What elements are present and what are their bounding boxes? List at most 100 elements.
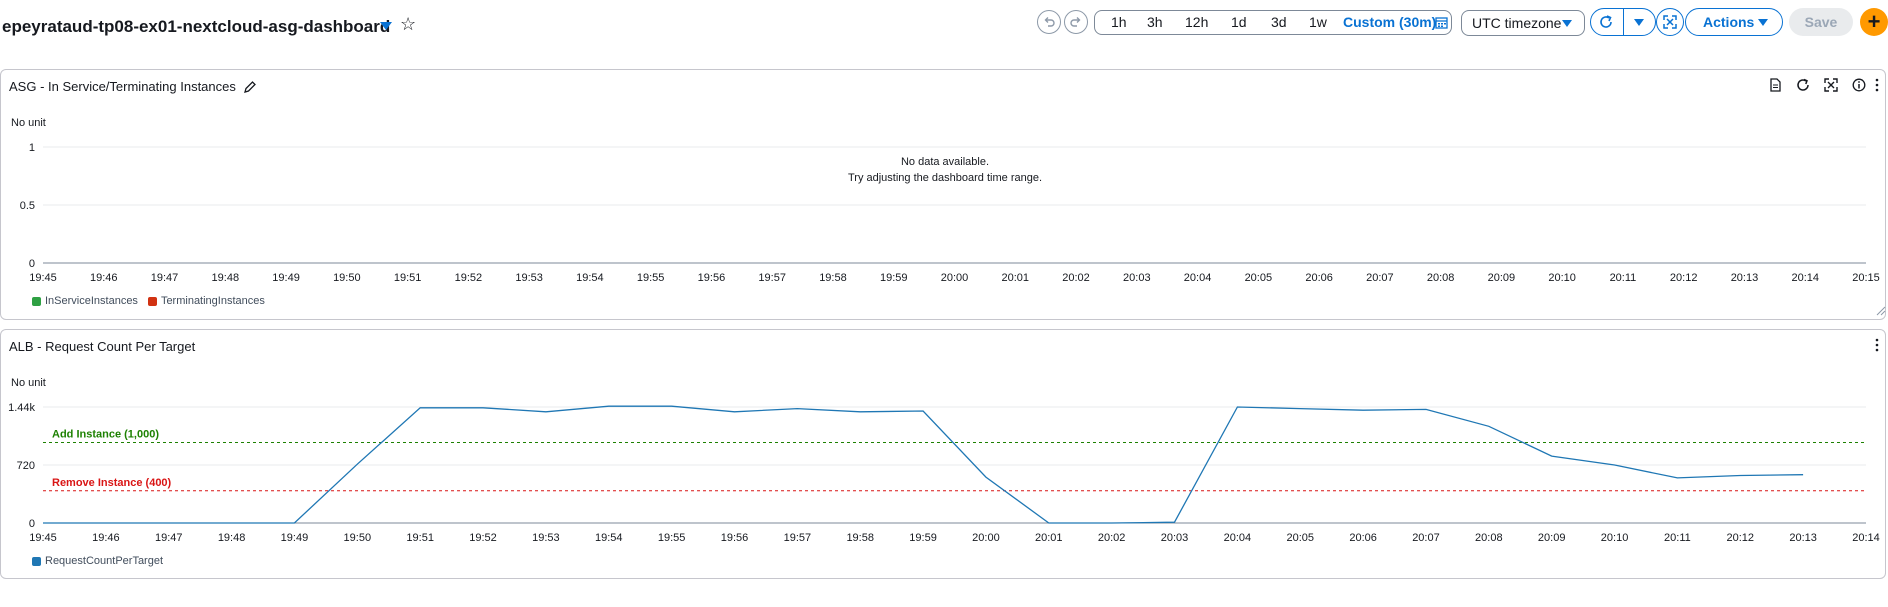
x-tick-label: 20:06 xyxy=(1349,532,1377,544)
x-tick-label: 20:10 xyxy=(1601,532,1629,544)
x-tick-label: 20:00 xyxy=(972,532,1000,544)
legend-label-inservice[interactable]: InServiceInstances xyxy=(45,295,138,307)
redo-button[interactable] xyxy=(1064,10,1088,34)
undo-icon xyxy=(1044,17,1055,27)
favorite-star-icon[interactable]: ☆ xyxy=(400,14,416,35)
x-tick-label: 20:07 xyxy=(1366,272,1394,284)
fullscreen-button[interactable] xyxy=(1656,8,1684,36)
x-tick-label: 20:11 xyxy=(1664,532,1691,544)
x-tick-label: 20:02 xyxy=(1098,532,1126,544)
x-tick-label: 19:47 xyxy=(151,272,179,284)
x-tick-label: 19:56 xyxy=(698,272,726,284)
dashboard-title: epeyrataud-tp08-ex01-nextcloud-asg-dashb… xyxy=(2,17,391,36)
save-button[interactable]: Save xyxy=(1789,8,1853,36)
timezone-value: UTC timezone xyxy=(1472,15,1562,31)
legend-swatch-terminating xyxy=(147,296,157,306)
x-tick-label: 19:48 xyxy=(212,272,240,284)
x-tick-label: 19:46 xyxy=(90,272,118,284)
range-1w[interactable]: 1w xyxy=(1309,14,1327,30)
x-tick-label: 20:12 xyxy=(1727,532,1755,544)
legend-swatch-requestcount xyxy=(32,556,41,566)
undo-button[interactable] xyxy=(1037,10,1061,34)
legend-label-requestcount[interactable]: RequestCountPerTarget xyxy=(45,555,163,567)
x-tick-label: 19:58 xyxy=(819,272,847,284)
x-tick-label: 20:08 xyxy=(1475,532,1503,544)
x-tick-label: 20:10 xyxy=(1548,272,1576,284)
x-tick-label: 19:51 xyxy=(394,272,422,284)
edit-pencil-icon[interactable] xyxy=(243,80,257,94)
range-12h[interactable]: 12h xyxy=(1185,14,1208,30)
dashboard-header: epeyrataud-tp08-ex01-nextcloud-asg-dashb… xyxy=(0,0,1888,55)
legend: RequestCountPerTarget xyxy=(32,555,163,567)
timezone-select[interactable]: UTC timezone xyxy=(1461,10,1585,36)
chevron-down-icon xyxy=(1758,19,1768,26)
range-1h[interactable]: 1h xyxy=(1111,14,1127,30)
x-tick-label: 20:00 xyxy=(941,272,969,284)
alb-request-count-chart: No unit 0 720 1.44k 19:45 19:46 19:47 19:48 19:4… xyxy=(8,377,1880,544)
time-range-selector: 1h 3h 12h 1d 3d 1w Custom (30m) xyxy=(1094,10,1452,35)
chevron-down-icon xyxy=(1562,20,1572,27)
x-tick-label: 19:47 xyxy=(155,532,183,544)
widget-refresh-icon[interactable] xyxy=(1796,78,1810,92)
x-tick-label: 20:07 xyxy=(1412,532,1440,544)
legend-swatch-inservice xyxy=(32,296,41,306)
refresh-control xyxy=(1590,8,1656,36)
x-tick-label: 19:54 xyxy=(576,272,604,284)
x-tick-label: 19:45 xyxy=(29,272,57,284)
dashboard-switch-chevron-icon[interactable] xyxy=(380,22,392,30)
x-tick-label: 20:14 xyxy=(1852,532,1880,544)
x-tick-label: 19:45 xyxy=(29,532,57,544)
document-icon[interactable] xyxy=(1768,78,1782,92)
threshold-label: Add Instance (1,000) xyxy=(52,428,159,440)
y-unit-label: No unit xyxy=(11,377,46,389)
refresh-options-chevron-icon[interactable] xyxy=(1634,19,1644,26)
x-tick-label: 19:55 xyxy=(658,532,686,544)
x-tick-label: 20:06 xyxy=(1305,272,1333,284)
y-tick-label: 1.44k xyxy=(8,402,35,414)
x-tick-label: 19:49 xyxy=(272,272,300,284)
widget-title: ALB - Request Count Per Target xyxy=(9,339,196,354)
x-tick-label: 20:12 xyxy=(1670,272,1698,284)
actions-label: Actions xyxy=(1703,14,1755,30)
range-1d[interactable]: 1d xyxy=(1231,14,1247,30)
x-tick-label: 19:48 xyxy=(218,532,246,544)
widget-title: ASG - In Service/Terminating Instances xyxy=(9,79,236,94)
threshold-label: Remove Instance (400) xyxy=(52,477,172,489)
widget-expand-icon[interactable] xyxy=(1824,78,1838,92)
x-tick-label: 20:14 xyxy=(1791,272,1819,284)
range-3d[interactable]: 3d xyxy=(1271,14,1287,30)
x-tick-label: 19:46 xyxy=(92,532,120,544)
x-tick-label: 20:04 xyxy=(1184,272,1212,284)
range-3h[interactable]: 3h xyxy=(1147,14,1163,30)
y-tick-label: 720 xyxy=(17,460,35,472)
y-tick-label: 0 xyxy=(29,258,35,270)
x-tick-label: 19:57 xyxy=(784,532,812,544)
x-tick-label: 20:05 xyxy=(1286,532,1314,544)
x-tick-label: 20:03 xyxy=(1123,272,1151,284)
x-tick-label: 20:02 xyxy=(1062,272,1090,284)
x-tick-label: 19:52 xyxy=(455,272,483,284)
x-tick-label: 19:59 xyxy=(909,532,937,544)
more-options-icon[interactable] xyxy=(1874,78,1880,92)
resize-handle-icon[interactable] xyxy=(1874,304,1886,316)
range-custom[interactable]: Custom (30m) xyxy=(1343,14,1436,30)
x-tick-label: 19:51 xyxy=(406,532,434,544)
more-options-icon[interactable] xyxy=(1874,338,1880,352)
calendar-icon[interactable] xyxy=(1435,16,1448,29)
x-tick-label: 20:09 xyxy=(1488,272,1516,284)
x-tick-label: 19:57 xyxy=(758,272,786,284)
actions-dropdown[interactable]: Actions xyxy=(1685,8,1783,36)
x-tick-label: 19:56 xyxy=(721,532,749,544)
x-tick-label: 20:13 xyxy=(1789,532,1817,544)
add-widget-button[interactable]: + xyxy=(1860,8,1888,36)
x-tick-label: 19:54 xyxy=(595,532,623,544)
y-unit-label: No unit xyxy=(11,117,46,129)
legend-label-terminating[interactable]: TerminatingInstances xyxy=(161,295,265,307)
x-tick-label: 19:59 xyxy=(880,272,908,284)
info-icon[interactable] xyxy=(1852,78,1866,92)
refresh-icon[interactable] xyxy=(1598,14,1614,30)
legend: InServiceInstances TerminatingInstances xyxy=(32,295,265,307)
y-tick-label: 1 xyxy=(29,142,35,154)
x-tick-label: 19:50 xyxy=(344,532,372,544)
x-tick-label: 20:05 xyxy=(1245,272,1273,284)
